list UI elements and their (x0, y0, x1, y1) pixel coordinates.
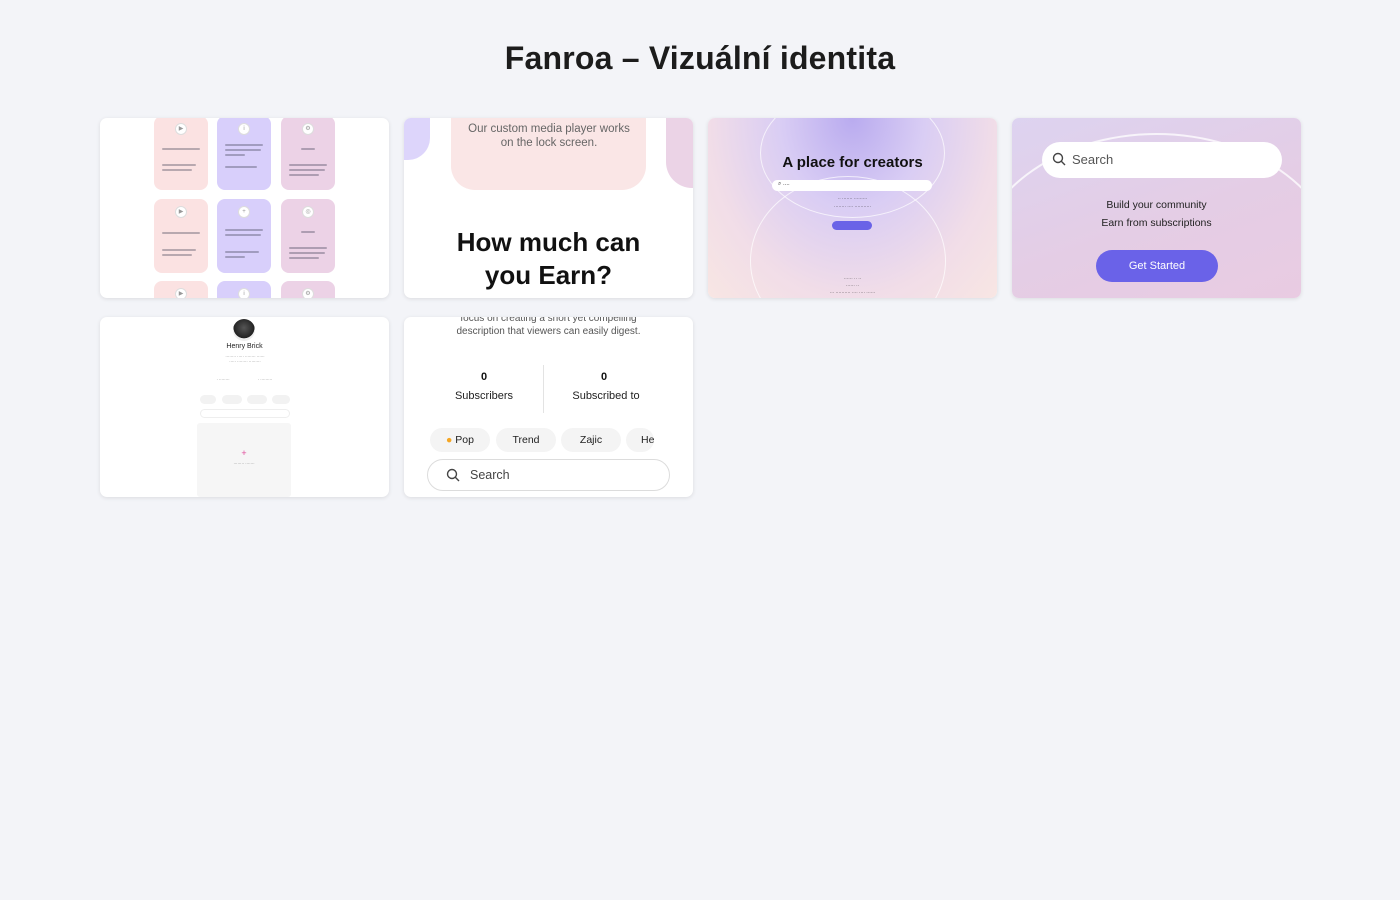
plus-icon: + (241, 448, 247, 458)
media-player-text: Our custom media player works on the loc… (468, 123, 630, 149)
gear-icon: ⚙ (302, 288, 314, 298)
search-input[interactable]: Search (427, 459, 670, 491)
info-icon: i (238, 123, 250, 135)
play-icon: ▶ (175, 288, 187, 298)
chip-zajic[interactable]: Zajic (561, 428, 621, 452)
search-icon (1052, 152, 1066, 166)
avatar (233, 319, 255, 341)
chip-more[interactable]: He (626, 428, 654, 452)
chat-icon: ◎ (302, 206, 314, 218)
page-title: Fanroa – Vizuální identita (504, 40, 896, 76)
decor-shape (666, 118, 693, 188)
gallery-card-feature-tiles[interactable]: ▶ i ⚙ ▶ + ◎ ▶ i ⚙ (100, 118, 389, 298)
search-input[interactable] (200, 409, 290, 418)
feature-tile: ◎ (281, 199, 335, 273)
gallery-grid: ▶ i ⚙ ▶ + ◎ ▶ i ⚙ Our custom media playe… (100, 118, 1301, 497)
fire-icon: ● (446, 434, 453, 446)
play-icon: ▶ (175, 123, 187, 135)
info-icon: i (238, 288, 250, 298)
feature-tile: ▶ (154, 199, 208, 273)
get-started-button[interactable] (832, 221, 872, 230)
search-placeholder: Search (1072, 152, 1114, 167)
search-placeholder: Search (470, 468, 510, 482)
profile-description: focus on creating a short yet compelling… (456, 317, 641, 337)
subscribed-label: Subscribed to (572, 390, 640, 402)
earn-heading: How much can you Earn? (456, 227, 641, 290)
search-icon (446, 468, 460, 482)
play-icon: ▶ (175, 206, 187, 218)
community-text: Build your community (1106, 199, 1207, 211)
gear-icon: ⚙ (302, 123, 314, 135)
gallery-card-creators[interactable]: A place for creators ⌕ .... ·· ······· ·… (708, 118, 997, 298)
chip-trend[interactable]: Trend (496, 428, 556, 452)
creators-heading: A place for creators (782, 154, 923, 171)
gallery-card-earn[interactable]: Our custom media player works on the loc… (404, 118, 693, 298)
search-input[interactable]: ⌕ .... (772, 180, 932, 191)
feature-tile: ▶ (154, 118, 208, 190)
feature-tile: ⚙ (281, 118, 335, 190)
subscribers-label: Subscribers (454, 390, 514, 402)
gallery-card-stats[interactable]: focus on creating a short yet compelling… (404, 317, 693, 497)
profile-name: Henry Brick (226, 343, 263, 350)
feature-tile: ⚙ (281, 281, 335, 298)
decor-shape (404, 118, 430, 160)
create-project-box[interactable]: + ········ ······· (197, 423, 291, 497)
subscriptions-text: Earn from subscriptions (1101, 217, 1212, 229)
gallery-card-profile[interactable]: Henry Brick ········ ····· ········ ····… (100, 317, 389, 497)
search-input[interactable]: Search (1042, 142, 1282, 178)
feature-tile: + (217, 199, 271, 273)
plus-icon: + (238, 206, 250, 218)
feature-tile: ▶ (154, 281, 208, 298)
subscribers-count: 0 (480, 371, 488, 383)
gallery-card-community[interactable]: Search Build your community Earn from su… (1012, 118, 1301, 298)
chip-pop[interactable]: ● Pop (430, 428, 490, 452)
feature-tile: i (217, 281, 271, 298)
subscribed-count: 0 (600, 371, 608, 383)
get-started-button[interactable]: Get Started (1096, 250, 1218, 282)
feature-tile: i (217, 118, 271, 190)
